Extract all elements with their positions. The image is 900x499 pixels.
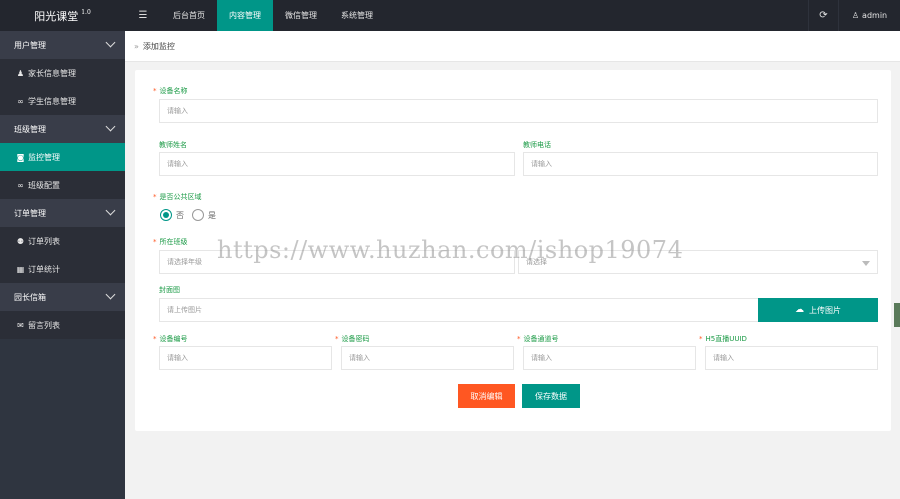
sidebar-group-label: 订单管理 — [14, 208, 46, 218]
app-version: 1.0 — [81, 9, 91, 16]
sidebar-item-label: 家长信息管理 — [28, 68, 76, 78]
channel-no-label: * 设备通道号 — [517, 335, 559, 343]
nav-content[interactable]: 内容管理 — [217, 0, 273, 31]
device-name-input[interactable]: 请输入 — [159, 99, 878, 123]
radio-unchecked-icon — [192, 209, 204, 221]
radio-option-label: 是 — [208, 210, 216, 220]
save-button[interactable]: 保存数据 — [522, 384, 580, 408]
sidebar-group-users[interactable]: 用户管理 — [0, 31, 125, 59]
camera-icon: ◙ — [16, 152, 25, 162]
class-label: * 所在班级 — [153, 238, 188, 246]
sidebar-item-order-stats[interactable]: ▦ 订单统计 — [0, 255, 125, 283]
sidebar-group-orders[interactable]: 订单管理 — [0, 199, 125, 227]
sidebar-group-classes[interactable]: 班级管理 — [0, 115, 125, 143]
sidebar-item-order-list[interactable]: ⚉ 订单列表 — [0, 227, 125, 255]
watermark: https://www.huzhan.com/ishop19074 — [217, 236, 684, 264]
sidebar-item-label: 订单统计 — [28, 264, 60, 274]
top-nav: 后台首页 内容管理 微信管理 系统管理 — [161, 0, 385, 31]
envelope-icon: ✉ — [17, 320, 24, 330]
user-name: admin — [862, 11, 888, 20]
app-logo[interactable]: 阳光课堂 1.0 — [0, 0, 125, 31]
radio-option-label: 否 — [176, 210, 184, 220]
teacher-name-input[interactable]: 请输入 — [159, 152, 515, 176]
sidebar-group-label: 用户管理 — [14, 40, 46, 50]
cloud-upload-icon: ☁ — [795, 305, 804, 315]
device-no-label: * 设备编号 — [153, 335, 188, 343]
sidebar-group-mailbox[interactable]: 园长信箱 — [0, 283, 125, 311]
sidebar-item-label: 留言列表 — [28, 320, 60, 330]
user-menu[interactable]: ♙ admin — [838, 0, 900, 31]
nav-home[interactable]: 后台首页 — [161, 0, 217, 31]
breadcrumb-separator: » — [134, 41, 139, 51]
menu-toggle-icon[interactable]: ☰ — [125, 0, 161, 31]
upload-image-button[interactable]: ☁ 上传图片 — [758, 298, 878, 322]
bar-chart-icon: ▦ — [16, 264, 25, 274]
link-icon: ∞ — [17, 180, 24, 190]
top-right-tools: ⟳ ♙ admin — [808, 0, 900, 31]
teacher-name-label: 教师姓名 — [159, 141, 187, 149]
teacher-phone-label: 教师电话 — [523, 141, 551, 149]
device-code-input[interactable]: 请输入 — [341, 346, 514, 370]
radio-option-no[interactable]: 否 — [160, 209, 184, 221]
chevron-down-icon — [105, 205, 116, 216]
cancel-button[interactable]: 取消编辑 — [458, 384, 515, 408]
dropdown-arrow-icon — [862, 261, 870, 266]
side-widget[interactable] — [894, 303, 900, 327]
cover-path-input[interactable]: 请上传图片 — [159, 298, 759, 322]
breadcrumb: » 添加监控 — [125, 31, 900, 62]
sidebar-item-label: 学生信息管理 — [28, 96, 76, 106]
public-area-radio-group: 否 是 — [160, 209, 216, 221]
app-logo-text: 阳光课堂 — [34, 9, 79, 23]
upload-button-label: 上传图片 — [809, 305, 841, 315]
link-icon: ∞ — [17, 96, 24, 106]
public-area-label: * 是否公共区域 — [153, 193, 202, 201]
top-bar: 阳光课堂 1.0 ☰ 后台首页 内容管理 微信管理 系统管理 ⟳ ♙ admin — [0, 0, 900, 31]
sidebar-group-label: 园长信箱 — [14, 292, 46, 302]
teacher-phone-input[interactable]: 请输入 — [523, 152, 878, 176]
chevron-down-icon — [105, 289, 116, 300]
chevron-down-icon — [105, 121, 116, 132]
radio-option-yes[interactable]: 是 — [192, 209, 216, 221]
sidebar-item-monitor[interactable]: ◙ 监控管理 — [0, 143, 125, 171]
sidebar: 用户管理 ♟ 家长信息管理 ∞ 学生信息管理 班级管理 ◙ 监控管理 ∞ 班级配… — [0, 31, 125, 499]
device-code-label: * 设备密码 — [335, 335, 370, 343]
sidebar-item-class-config[interactable]: ∞ 班级配置 — [0, 171, 125, 199]
nav-system[interactable]: 系统管理 — [329, 0, 385, 31]
sidebar-item-parents[interactable]: ♟ 家长信息管理 — [0, 59, 125, 87]
sidebar-item-students[interactable]: ∞ 学生信息管理 — [0, 87, 125, 115]
user-icon: ♙ — [851, 11, 860, 20]
h5-uuid-label: * H5直播UUID — [699, 335, 747, 343]
refresh-icon[interactable]: ⟳ — [808, 0, 838, 31]
group-icon: ⚉ — [16, 236, 25, 246]
cover-label: 封面图 — [159, 286, 180, 294]
user-icon: ♟ — [16, 68, 25, 78]
sidebar-group-label: 班级管理 — [14, 124, 46, 134]
h5-uuid-input[interactable]: 请输入 — [705, 346, 878, 370]
radio-checked-icon — [160, 209, 172, 221]
sidebar-item-label: 订单列表 — [28, 236, 60, 246]
device-no-input[interactable]: 请输入 — [159, 346, 332, 370]
device-name-label: * 设备名称 — [153, 87, 188, 95]
sidebar-item-messages[interactable]: ✉ 留言列表 — [0, 311, 125, 339]
sidebar-item-label: 班级配置 — [28, 180, 60, 190]
sidebar-item-label: 监控管理 — [28, 152, 60, 162]
breadcrumb-current: 添加监控 — [142, 41, 175, 51]
channel-no-input[interactable]: 请输入 — [523, 346, 696, 370]
chevron-down-icon — [105, 37, 116, 48]
nav-wechat[interactable]: 微信管理 — [273, 0, 329, 31]
